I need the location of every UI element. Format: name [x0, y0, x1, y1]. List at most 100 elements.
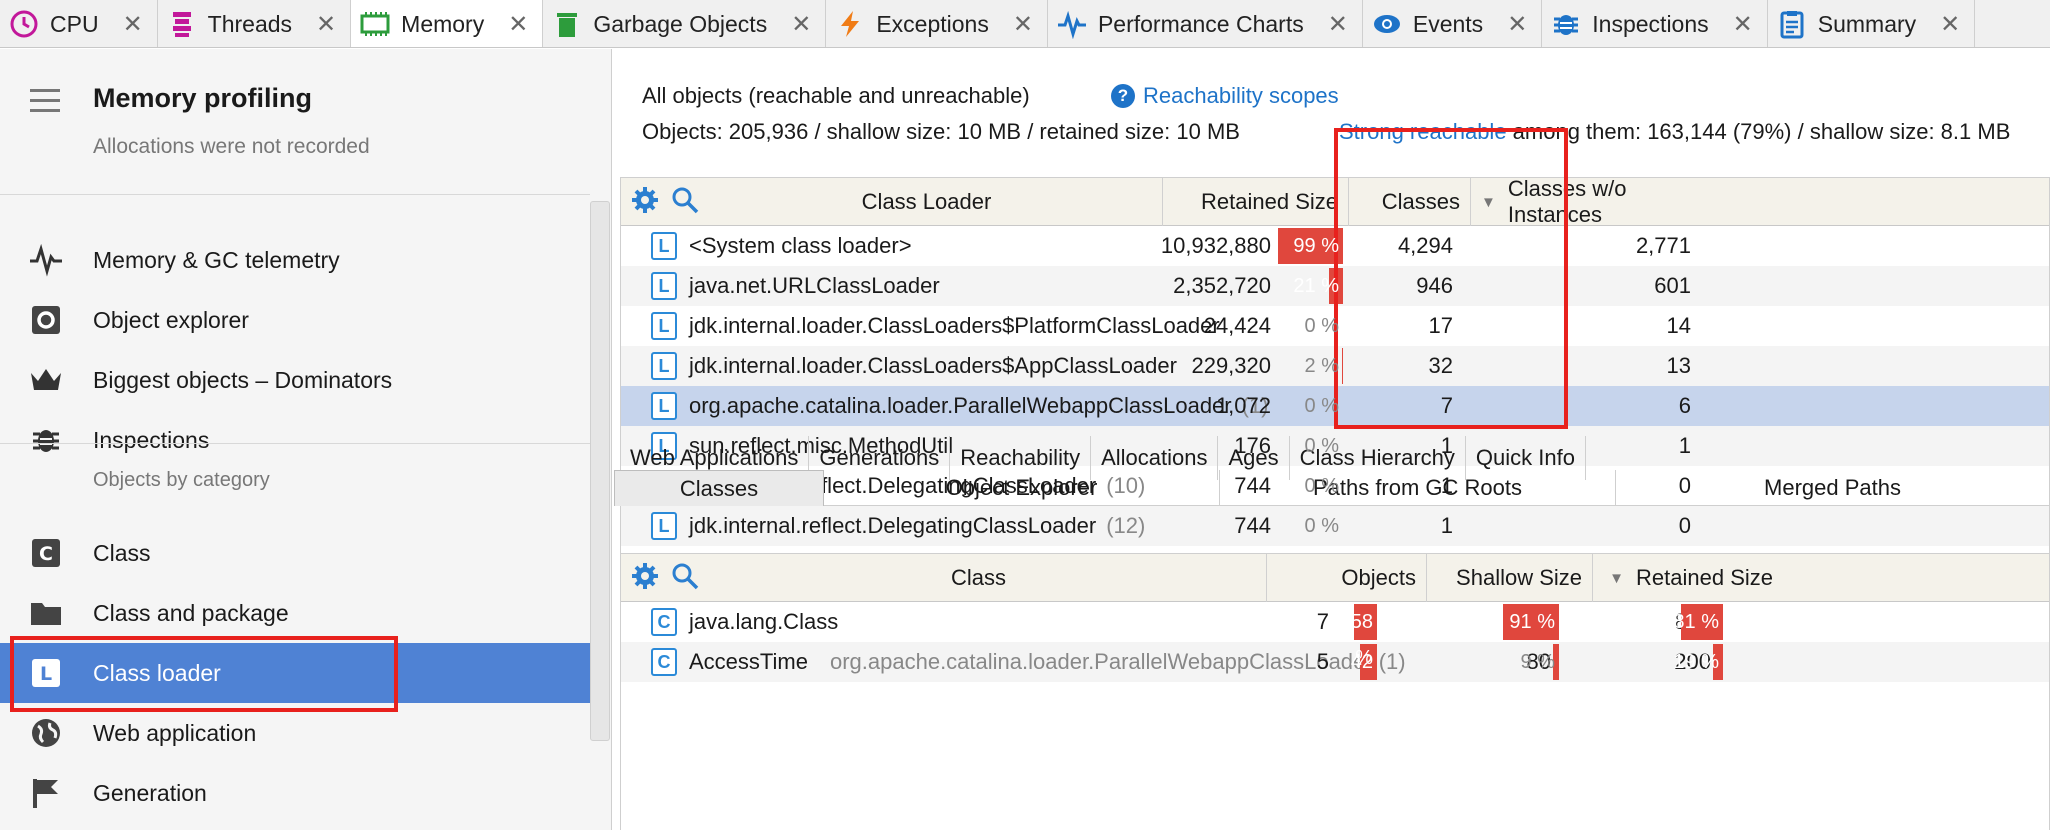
- column-class-loader[interactable]: Class Loader: [621, 178, 1163, 226]
- close-icon[interactable]: ✕: [791, 10, 811, 39]
- flag-icon: [26, 773, 66, 813]
- tab-label: Summary: [1817, 10, 1917, 37]
- tab-label: Inspections: [1592, 10, 1709, 37]
- sidebar-scrollbar[interactable]: [590, 201, 610, 741]
- tab-events[interactable]: Events ✕: [1363, 0, 1543, 47]
- retained-size: 10,932,880: [1160, 233, 1271, 258]
- column-label: Shallow Size: [1456, 565, 1582, 590]
- close-icon[interactable]: ✕: [1013, 10, 1033, 39]
- scope-title: All objects (reachable and unreachable): [642, 83, 1030, 108]
- tab-label: Performance Charts: [1097, 10, 1304, 37]
- percent-label: 2 %: [1304, 355, 1339, 377]
- tab-garbage-objects[interactable]: Garbage Objects ✕: [543, 0, 827, 47]
- column-class[interactable]: Class: [621, 554, 1267, 602]
- class-name-cell: Cjava.lang.Class: [651, 608, 838, 636]
- column-label: Objects: [1341, 565, 1416, 590]
- search-icon[interactable]: [671, 186, 699, 220]
- hamburger-menu-icon[interactable]: [30, 89, 60, 119]
- table-tools: [631, 562, 699, 596]
- close-icon[interactable]: ✕: [316, 10, 336, 39]
- close-icon[interactable]: ✕: [123, 10, 143, 39]
- loader-name-cell: L <System class loader>: [651, 232, 912, 260]
- percent-label: 42 %: [1350, 651, 1373, 709]
- percent-cell: 91 %: [1497, 604, 1559, 640]
- sidebar-item-label: Biggest objects – Dominators: [93, 366, 393, 393]
- crown-icon: [26, 360, 66, 400]
- sidebar-item-inspections[interactable]: Inspections: [0, 410, 590, 470]
- tab-exceptions[interactable]: Exceptions ✕: [826, 0, 1048, 47]
- percent-label: 99 %: [1293, 235, 1339, 257]
- close-icon[interactable]: ✕: [1733, 10, 1753, 39]
- percent-cell: 81 %: [1671, 604, 1723, 640]
- table-tools: [631, 186, 699, 220]
- tab-memory[interactable]: Memory ✕: [351, 0, 544, 47]
- folder-icon: [26, 593, 66, 633]
- loader-name: <System class loader>: [689, 233, 912, 258]
- clipboard-icon: [1776, 8, 1808, 40]
- close-icon[interactable]: ✕: [1328, 10, 1348, 39]
- gear-icon[interactable]: [631, 562, 659, 596]
- view-tab-classes[interactable]: Classes: [614, 470, 824, 506]
- class-icon: C: [26, 533, 66, 573]
- percent-label: 0 %: [1304, 475, 1339, 497]
- sidebar-item-object-explorer[interactable]: Object explorer: [0, 290, 590, 350]
- table-row[interactable]: C AccessTime org.apache.catalina.loader.Pa…: [621, 642, 2049, 709]
- memory-chip-icon: [359, 8, 391, 40]
- close-icon[interactable]: ✕: [508, 10, 528, 39]
- tab-performance-charts[interactable]: Performance Charts ✕: [1048, 0, 1363, 47]
- class-name: AccessTime: [689, 649, 808, 674]
- pulse-icon: [1056, 8, 1088, 40]
- sidebar-item-label: Object explorer: [93, 306, 249, 333]
- sidebar-item-label: Class: [93, 539, 151, 566]
- loader-name: java.net.URLClassLoader: [689, 273, 940, 298]
- class-icon: C: [651, 648, 677, 676]
- sidebar-item-class-and-package[interactable]: Class and package: [0, 583, 590, 643]
- tab-summary[interactable]: Summary ✕: [1768, 0, 1976, 47]
- column-objects[interactable]: Objects: [1267, 554, 1427, 602]
- object-count: 5: [1316, 649, 1329, 674]
- close-icon[interactable]: ✕: [1940, 10, 1960, 39]
- percent-label: 0 %: [1304, 435, 1339, 457]
- loader-name-cell: Ljdk.internal.reflect.DelegatingClassLoa…: [651, 512, 1145, 540]
- table-row[interactable]: Ljdk.internal.reflect.DelegatingClassLoa…: [621, 506, 2049, 546]
- main-panel: All objects (reachable and unreachable) …: [614, 49, 2050, 830]
- class-count: 1: [1440, 513, 1453, 538]
- highlight-box: [1334, 128, 1568, 429]
- view-tab-merged-paths[interactable]: Merged Paths: [1616, 470, 2050, 506]
- view-tab-object-explorer[interactable]: Object Explorer: [824, 470, 1220, 506]
- threads-icon: [166, 8, 198, 40]
- tab-threads[interactable]: Threads ✕: [158, 0, 352, 47]
- sidebar-item-web-application[interactable]: Web application: [0, 703, 590, 763]
- reachability-scopes-link[interactable]: ? Reachability scopes: [1111, 83, 1339, 109]
- sidebar-item-memory-gc-telemetry[interactable]: Memory & GC telemetry: [0, 230, 590, 290]
- sidebar-item-label: Web application: [93, 719, 257, 746]
- object-count: 7: [1316, 609, 1329, 634]
- column-retained-size[interactable]: ▼ Retained Size: [1593, 554, 1783, 602]
- retained-size: 1,072: [1215, 393, 1271, 418]
- object-icon: [26, 300, 66, 340]
- loader-name-cell: Ljava.net.URLClassLoader: [651, 272, 940, 300]
- percent-cell: 58 %: [1337, 604, 1377, 669]
- tab-inspections[interactable]: Inspections ✕: [1542, 0, 1768, 47]
- column-shallow-size[interactable]: Shallow Size: [1427, 554, 1593, 602]
- tab-label: Events: [1412, 10, 1484, 37]
- percent-label: 21 %: [1293, 275, 1339, 297]
- sidebar-item-biggest-objects[interactable]: Biggest objects – Dominators: [0, 350, 590, 410]
- loader-name-cell: Ljdk.internal.loader.ClassLoaders$AppCla…: [651, 352, 1177, 380]
- sidebar-subtitle: Allocations were not recorded: [93, 135, 370, 158]
- sidebar-item-generation[interactable]: Generation: [0, 763, 590, 823]
- gear-icon[interactable]: [631, 186, 659, 220]
- tab-cpu[interactable]: CPU ✕: [0, 0, 158, 47]
- sidebar-item-class[interactable]: C Class: [0, 523, 590, 583]
- view-tab-paths-from-gc-roots[interactable]: Paths from GC Roots: [1220, 470, 1616, 506]
- percent-label: 0 %: [1304, 515, 1339, 537]
- class-name: java.lang.Class: [689, 609, 839, 634]
- table-row[interactable]: Cjava.lang.Class758 %79291 %87281 %: [621, 602, 2049, 669]
- divider: [0, 194, 590, 195]
- search-icon[interactable]: [671, 562, 699, 596]
- tab-label: Garbage Objects: [593, 10, 768, 37]
- close-icon[interactable]: ✕: [1507, 10, 1527, 39]
- column-retained-size[interactable]: Retained Size: [1163, 178, 1349, 226]
- sidebar-item-label: Inspections: [93, 426, 210, 453]
- percent-label: 81 %: [1673, 611, 1719, 633]
